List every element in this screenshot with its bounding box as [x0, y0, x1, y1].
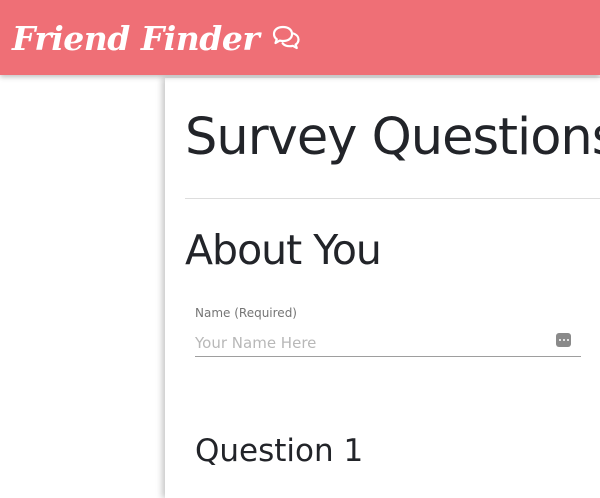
autofill-icon[interactable] [556, 333, 571, 347]
brand-link[interactable]: Friend Finder [12, 14, 301, 62]
page-title: Survey Questions [185, 108, 600, 167]
question-1-heading: Question 1 [195, 433, 364, 469]
survey-card: Survey Questions About You Name (Require… [165, 78, 600, 498]
title-divider [185, 198, 600, 199]
navbar: Friend Finder [0, 0, 600, 75]
section-heading-about-you: About You [185, 226, 382, 274]
comments-icon [271, 25, 301, 51]
brand-title: Friend Finder [12, 18, 260, 58]
name-input[interactable] [195, 330, 581, 357]
name-field-label: Name (Required) [195, 306, 297, 320]
